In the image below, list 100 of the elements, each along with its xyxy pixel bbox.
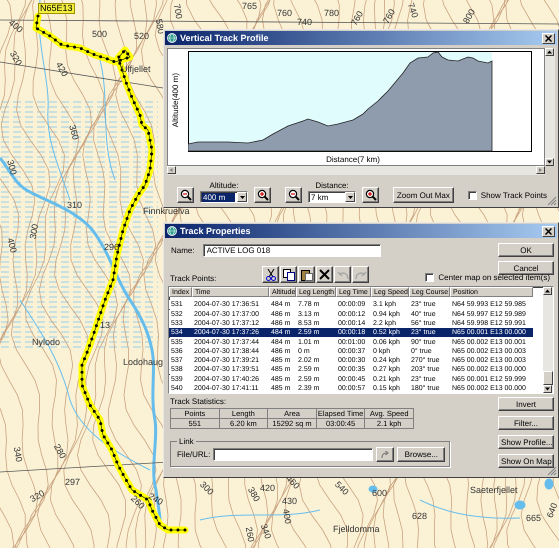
- elevation-label: 320: [8, 50, 24, 68]
- close-button[interactable]: [542, 226, 555, 236]
- undo-icon: [336, 270, 349, 280]
- scissors-icon: [266, 268, 276, 280]
- file-url-field[interactable]: [213, 448, 374, 461]
- elevation-label: 400: [6, 18, 24, 35]
- scrollbar-thumb[interactable]: [543, 371, 553, 385]
- horizontal-scrollbar[interactable]: [167, 166, 545, 175]
- arrow-icon: [380, 450, 390, 459]
- name-field[interactable]: ACTIVE LOG 018: [202, 244, 381, 256]
- copy-button[interactable]: [280, 266, 298, 283]
- center-map-checkbox[interactable]: [425, 273, 434, 282]
- elevation-label: 340: [12, 446, 24, 463]
- delete-icon: [319, 269, 330, 280]
- close-button[interactable]: [542, 32, 555, 44]
- name-label: Name:: [171, 246, 195, 254]
- elevation-label: 380: [246, 486, 262, 504]
- elevation-label: 400: [280, 508, 292, 525]
- elevation-label: 310: [67, 201, 82, 210]
- elevation-label: 800: [462, 8, 478, 26]
- elevation-label: 500: [92, 30, 108, 39]
- zoom-out-button[interactable]: [285, 187, 302, 203]
- zoom-in-icon: [256, 189, 268, 201]
- zoom-in-button[interactable]: [254, 187, 271, 203]
- show-track-points-checkbox[interactable]: [468, 191, 477, 200]
- zoom-out-icon: [180, 189, 192, 201]
- zoom-in-button[interactable]: [362, 187, 379, 203]
- elevation-label: 665: [526, 514, 542, 523]
- x-axis-label: Distance(7 km): [326, 154, 380, 164]
- elevation-label: 13: [100, 321, 110, 330]
- delete-button[interactable]: [316, 266, 334, 283]
- scroll-up-icon[interactable]: [545, 48, 554, 56]
- globe-icon: [167, 226, 177, 236]
- clipboard-icon: [300, 268, 313, 280]
- elevation-label: 280: [52, 442, 68, 460]
- place-label: Fjelldomma: [333, 525, 380, 534]
- scroll-up-icon[interactable]: [543, 287, 552, 295]
- zoom-out-max-button[interactable]: Zoom Out Max: [393, 187, 454, 203]
- resize-grip-icon[interactable]: [547, 196, 557, 206]
- elevation-label: 600: [372, 489, 388, 498]
- elevation-label: 760: [382, 8, 398, 26]
- elevation-label: 297: [65, 478, 80, 487]
- zoom-out-icon: [288, 189, 300, 201]
- cancel-button[interactable]: Cancel: [498, 261, 554, 275]
- cut-button[interactable]: [262, 266, 280, 283]
- side-button[interactable]: Show Profile...: [498, 435, 554, 449]
- scroll-left-icon[interactable]: [167, 166, 176, 174]
- side-button[interactable]: Show On Map: [498, 454, 554, 468]
- globe-icon: [167, 33, 177, 43]
- elevation-label: 320: [28, 488, 46, 504]
- resize-grip-icon[interactable]: [547, 466, 557, 476]
- zoom-out-button[interactable]: [177, 187, 194, 203]
- track-statistics-label: Track Statistics:: [170, 397, 228, 406]
- redo-icon: [354, 270, 367, 280]
- close-icon: [545, 228, 552, 234]
- elevation-label: 340: [258, 522, 272, 540]
- go-button[interactable]: [376, 447, 394, 462]
- elevation-label: 540: [333, 480, 350, 497]
- caret-icon: [345, 192, 355, 202]
- elevation-label: 360: [67, 124, 80, 141]
- center-map-label[interactable]: Center map on selected item(s): [438, 273, 550, 282]
- side-button[interactable]: Filter...: [498, 416, 554, 430]
- paste-button[interactable]: [298, 266, 316, 283]
- close-icon: [545, 34, 552, 42]
- altitude-dropdown[interactable]: 400 m: [200, 191, 248, 203]
- scroll-down-icon[interactable]: [543, 385, 552, 393]
- show-track-points-label[interactable]: Show Track Points: [480, 191, 547, 200]
- elevation-label: 740: [406, 2, 420, 20]
- window-title: Track Properties: [180, 226, 251, 236]
- zoom-in-icon: [364, 189, 376, 201]
- window-title: Vertical Track Profile: [180, 33, 269, 43]
- ok-button[interactable]: OK: [498, 243, 554, 257]
- elevation-label: 300: [5, 159, 18, 176]
- link-group-label: Link: [178, 437, 195, 446]
- scroll-right-icon[interactable]: [536, 166, 545, 174]
- elevation-label: 700: [172, 3, 184, 20]
- elevation-label: 300: [198, 480, 215, 497]
- track-points-label: Track Points:: [170, 274, 216, 283]
- altitude-label: Altitude:: [210, 181, 238, 190]
- distance-label: Distance:: [315, 181, 349, 190]
- elevation-label: 240: [146, 492, 164, 508]
- elevation-label: 760: [350, 10, 366, 28]
- elevation-label: 300: [28, 223, 40, 240]
- elevation-label: 420: [260, 484, 276, 493]
- vertical-scrollbar[interactable]: [545, 48, 555, 166]
- place-label: Saeterfjellet: [470, 486, 518, 495]
- elevation-label: 765: [242, 2, 258, 11]
- elevation-label: 640: [546, 502, 559, 520]
- elevation-label: 260: [244, 526, 256, 543]
- file-url-label: File/URL:: [177, 450, 210, 459]
- distance-dropdown[interactable]: 7 km: [308, 191, 356, 203]
- elevation-label: 780: [324, 9, 340, 18]
- elevation-label: 430: [282, 497, 298, 506]
- elevation-label: 760: [277, 9, 292, 18]
- side-button[interactable]: Invert: [498, 397, 554, 411]
- vertical-scrollbar[interactable]: [543, 287, 553, 393]
- place-label: Finnkruelva: [143, 207, 190, 216]
- scroll-down-icon[interactable]: [545, 158, 554, 166]
- browse-button[interactable]: Browse...: [397, 447, 446, 462]
- elevation-label: 520: [134, 32, 150, 41]
